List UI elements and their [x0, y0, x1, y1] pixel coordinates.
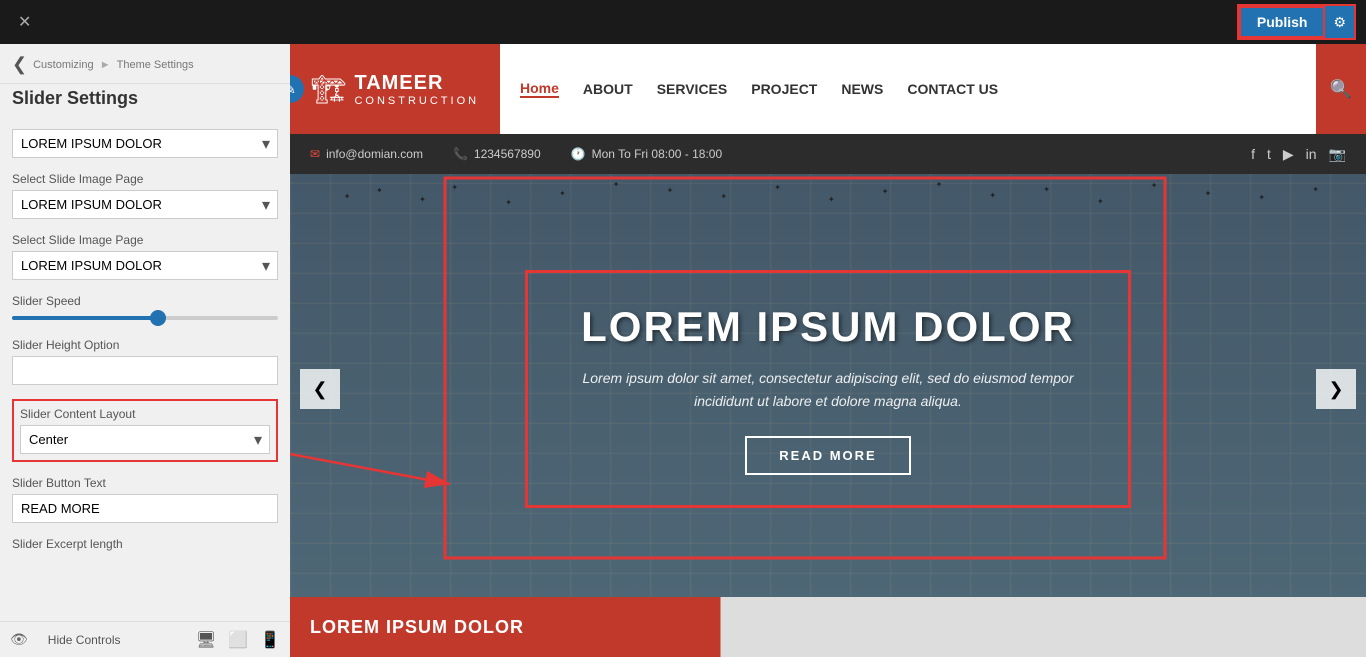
instagram-icon[interactable]: 📷	[1329, 146, 1346, 163]
youtube-icon[interactable]: ▶	[1283, 146, 1294, 163]
main-layout: ❮ Customizing ► Theme Settings Slider Se…	[0, 44, 1366, 657]
site-preview: ✎ 🏗 TAMEER CONSTRUCTION Home ABOUT SERVI…	[290, 44, 1366, 657]
hero-title: LOREM IPSUM DOLOR	[568, 303, 1088, 351]
slider-button-text-group: Slider Button Text	[12, 476, 278, 523]
bottom-red-section: LOREM IPSUM DOLOR	[290, 617, 690, 638]
nav-item-news[interactable]: NEWS	[841, 81, 883, 97]
first-dropdown-group: LOREM IPSUM DOLOR	[12, 129, 278, 158]
hero-box: LOREM IPSUM DOLOR Lorem ipsum dolor sit …	[525, 270, 1131, 508]
breadcrumb-child: Theme Settings	[117, 59, 194, 71]
publish-button[interactable]: Publish	[1239, 6, 1326, 38]
slide-image-page-2-group: Select Slide Image Page LOREM IPSUM DOLO…	[12, 233, 278, 280]
customize-circle[interactable]: ✎	[290, 75, 304, 103]
hero-description: Lorem ipsum dolor sit amet, consectetur …	[568, 367, 1088, 412]
preview-area: ✎ 🏗 TAMEER CONSTRUCTION Home ABOUT SERVI…	[290, 44, 1366, 657]
slider-next-button[interactable]: ❯	[1316, 369, 1356, 409]
first-dropdown[interactable]: LOREM IPSUM DOLOR	[12, 129, 278, 158]
nav-menu: Home ABOUT SERVICES PROJECT NEWS CONTACT…	[500, 80, 1316, 98]
sidebar-header: ❮ Customizing ► Theme Settings	[0, 44, 290, 84]
slider-thumb[interactable]	[150, 310, 166, 326]
nav-item-contact[interactable]: CONTACT US	[907, 81, 998, 97]
breadcrumb: Customizing ► Theme Settings	[33, 59, 194, 71]
hero-slider: ✦ ✦ ✦ ✦ ✦ ✦ ✦ ✦ ✦ ✦ ✦ ✦ ✦ ✦ ✦ ✦ ✦	[290, 174, 1366, 604]
email-text: info@domian.com	[326, 147, 423, 161]
contact-hours: 🕐 Mon To Fri 08:00 - 18:00	[571, 147, 722, 161]
slide-image-page-2-label: Select Slide Image Page	[12, 233, 278, 247]
contact-phone: 📞 1234567890	[453, 147, 541, 161]
sidebar: ❮ Customizing ► Theme Settings Slider Se…	[0, 44, 290, 657]
slider-excerpt-group: Slider Excerpt length	[12, 537, 278, 551]
nav-item-home[interactable]: Home	[520, 80, 559, 98]
top-bar-left: ✕	[10, 8, 39, 36]
slider-fill	[12, 316, 158, 320]
search-button[interactable]: 🔍	[1316, 44, 1366, 134]
slider-content-layout-label: Slider Content Layout	[20, 407, 270, 421]
desktop-icon[interactable]: 🖥	[196, 630, 216, 650]
content-layout-dropdown[interactable]: Center Left Right	[20, 425, 270, 454]
slide-image-page-1-label: Select Slide Image Page	[12, 172, 278, 186]
hours-text: Mon To Fri 08:00 - 18:00	[592, 147, 723, 161]
hero-read-more-button[interactable]: READ MORE	[745, 436, 910, 475]
nav-item-services[interactable]: SERVICES	[657, 81, 728, 97]
slider-height-label: Slider Height Option	[12, 338, 278, 352]
top-bar: ✕ Publish ⚙	[0, 0, 1366, 44]
slider-speed-label: Slider Speed	[12, 294, 278, 308]
slide-image-page-1-dropdown[interactable]: LOREM IPSUM DOLOR	[12, 190, 278, 219]
close-button[interactable]: ✕	[10, 8, 39, 36]
slider-button-text-input[interactable]	[12, 494, 278, 523]
eye-icon: 👁	[10, 631, 28, 648]
slider-speed-track	[12, 316, 278, 320]
hide-controls-bar: 👁 Hide Controls 🖥 ⬜ 📱	[0, 621, 290, 657]
slider-button-text-label: Slider Button Text	[12, 476, 278, 490]
site-nav: ✎ 🏗 TAMEER CONSTRUCTION Home ABOUT SERVI…	[290, 44, 1366, 134]
slide-image-page-2-wrapper: LOREM IPSUM DOLOR	[12, 251, 278, 280]
phone-text: 1234567890	[474, 147, 541, 161]
slide-image-page-1-wrapper: LOREM IPSUM DOLOR	[12, 190, 278, 219]
phone-icon: 📞	[453, 147, 468, 161]
logo-title: TAMEER	[354, 72, 479, 95]
publish-wrap: Publish ⚙	[1237, 4, 1356, 40]
site-logo-inner: 🏗 TAMEER CONSTRUCTION	[311, 72, 479, 107]
slider-prev-button[interactable]: ❮	[300, 369, 340, 409]
sidebar-title: Slider Settings	[0, 84, 290, 119]
logo-text-wrap: TAMEER CONSTRUCTION	[354, 72, 479, 107]
logo-subtitle: CONSTRUCTION	[354, 95, 479, 107]
slider-speed-group: Slider Speed	[12, 294, 278, 324]
twitter-icon[interactable]: t	[1267, 146, 1271, 162]
site-logo: ✎ 🏗 TAMEER CONSTRUCTION	[290, 44, 500, 134]
contact-email: ✉ info@domian.com	[310, 147, 423, 161]
sidebar-content: LOREM IPSUM DOLOR Select Slide Image Pag…	[0, 119, 290, 621]
gear-button[interactable]: ⚙	[1325, 6, 1354, 38]
slide-image-page-1-group: Select Slide Image Page LOREM IPSUM DOLO…	[12, 172, 278, 219]
bottom-title: LOREM IPSUM DOLOR	[310, 617, 690, 638]
slider-speed-track-wrap	[12, 312, 278, 324]
device-icons: 🖥 ⬜ 📱	[196, 630, 280, 650]
tablet-icon[interactable]: ⬜	[228, 630, 248, 650]
breadcrumb-root: Customizing	[33, 59, 94, 71]
contact-bar: ✉ info@domian.com 📞 1234567890 🕐 Mon To …	[290, 134, 1366, 174]
site-bottom: LOREM IPSUM DOLOR	[290, 597, 1366, 657]
slider-height-group: Slider Height Option	[12, 338, 278, 385]
clock-icon: 🕐	[571, 147, 586, 161]
hero-content: LOREM IPSUM DOLOR Lorem ipsum dolor sit …	[290, 174, 1366, 604]
nav-item-project[interactable]: PROJECT	[751, 81, 817, 97]
mobile-icon[interactable]: 📱	[260, 630, 280, 650]
social-icons: f t ▶ in 📷	[1251, 146, 1346, 163]
hide-controls-text: Hide Controls	[48, 633, 121, 647]
content-layout-wrapper: Center Left Right	[20, 425, 270, 454]
slider-content-layout-group: Slider Content Layout Center Left Right	[12, 399, 278, 462]
back-arrow-button[interactable]: ❮	[12, 54, 27, 75]
slider-height-input[interactable]	[12, 356, 278, 385]
email-icon: ✉	[310, 147, 320, 161]
breadcrumb-separator: ►	[100, 59, 114, 71]
slider-excerpt-label: Slider Excerpt length	[12, 537, 278, 551]
first-dropdown-wrapper: LOREM IPSUM DOLOR	[12, 129, 278, 158]
slide-image-page-2-dropdown[interactable]: LOREM IPSUM DOLOR	[12, 251, 278, 280]
linkedin-icon[interactable]: in	[1306, 146, 1317, 162]
facebook-icon[interactable]: f	[1251, 146, 1255, 162]
logo-icon: 🏗	[311, 73, 347, 106]
nav-item-about[interactable]: ABOUT	[583, 81, 633, 97]
